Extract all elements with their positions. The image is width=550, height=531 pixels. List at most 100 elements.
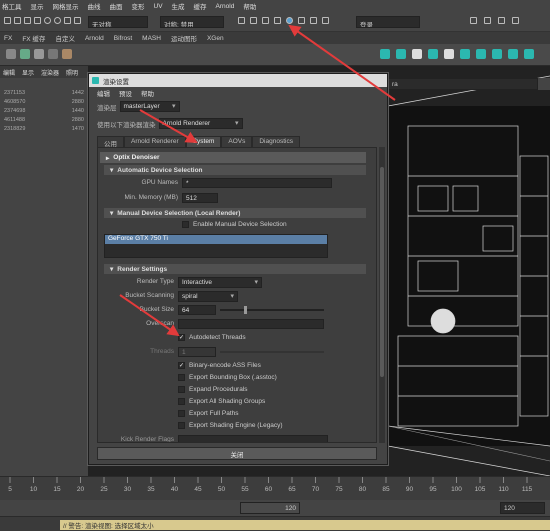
menu-item[interactable]: 显示 (31, 1, 44, 11)
checkbox-box[interactable]: ✓ (178, 334, 185, 341)
shelf-tool-icon[interactable] (34, 49, 44, 59)
tab-arnold-renderer[interactable]: Arnold Renderer (124, 136, 186, 147)
threads-input[interactable]: 1 (178, 347, 216, 357)
shelf-tool-icon[interactable] (62, 49, 72, 59)
enable-manual-checkbox[interactable]: Enable Manual Device Selection (182, 221, 287, 228)
checkbox-box[interactable] (182, 221, 189, 228)
menu-item[interactable]: 缓存 (194, 1, 207, 11)
snap-point-icon[interactable] (74, 17, 81, 24)
shelf-tab[interactable]: MASH (142, 35, 161, 42)
bucket-size-slider[interactable] (220, 306, 324, 314)
slider-handle[interactable] (244, 306, 247, 314)
shelf-tool-icon[interactable] (460, 49, 470, 59)
checkbox-box[interactable] (178, 374, 185, 381)
light-editor-icon[interactable] (322, 17, 329, 24)
shelf-tab[interactable]: XGen (207, 35, 224, 42)
shelf-tool-icon[interactable] (508, 49, 518, 59)
gpu-list-item[interactable]: GeForce GTX 750 Ti (105, 235, 327, 244)
option-checkbox[interactable]: Expand Procedurals (178, 386, 248, 393)
menu-item[interactable]: 曲面 (110, 1, 123, 11)
snap-mode-dropdown[interactable]: 对称: 禁用 (160, 16, 224, 28)
render-frame-icon[interactable] (238, 17, 245, 24)
list-item[interactable]: 2318829 1470 (0, 126, 88, 135)
outliner-menu-item[interactable]: 照明 (66, 68, 78, 77)
tab-diagnostics[interactable]: Diagnostics (252, 136, 300, 147)
time-slider[interactable]: 5 10 15 20 25 30 35 40 45 50 55 60 65 70 75 80 85 90 95 100… (0, 476, 550, 500)
rotate-icon[interactable] (34, 17, 41, 24)
checkbox-box[interactable]: ✓ (178, 362, 185, 369)
gpu-list[interactable]: GeForce GTX 750 Ti (104, 234, 328, 258)
range-end-field[interactable]: 120 (240, 502, 300, 514)
paint-select-icon[interactable] (14, 17, 21, 24)
dialog-scrollbar[interactable] (379, 147, 385, 443)
checkbox-box[interactable] (178, 410, 185, 417)
menu-item[interactable]: 格工具 (2, 1, 22, 11)
threads-slider[interactable] (220, 351, 324, 353)
shelf-tool-icon[interactable] (476, 49, 486, 59)
menu-item[interactable]: Arnold (216, 3, 235, 10)
channel-box-icon[interactable] (512, 17, 519, 24)
scrollbar-thumb[interactable] (380, 167, 384, 377)
dialog-menu-item[interactable]: 帮助 (141, 88, 154, 98)
shelf-tab[interactable]: FX (4, 35, 12, 42)
shelf-tool-icon[interactable] (20, 49, 30, 59)
tab-common[interactable]: 公用 (97, 136, 124, 148)
option-checkbox[interactable]: Export All Shading Groups (178, 398, 265, 405)
move-icon[interactable] (24, 17, 31, 24)
close-button[interactable]: 关闭 (97, 447, 377, 460)
render-settings-section[interactable]: ▾ Render Settings (104, 264, 366, 274)
checkbox-box[interactable] (178, 398, 185, 405)
checkbox-box[interactable] (178, 386, 185, 393)
overscan-input[interactable] (178, 319, 324, 329)
shelf-tool-icon[interactable] (524, 49, 534, 59)
modeling-toolkit-icon[interactable] (470, 17, 477, 24)
attribute-editor-icon[interactable] (484, 17, 491, 24)
shelf-tool-icon[interactable] (428, 49, 438, 59)
shelf-tool-icon[interactable] (380, 49, 390, 59)
login-dropdown[interactable]: 登录 (356, 16, 420, 28)
dialog-menu-item[interactable]: 编辑 (97, 88, 110, 98)
hypershade-icon[interactable] (286, 17, 293, 24)
menu-item[interactable]: 帮助 (243, 1, 256, 11)
shelf-tab[interactable]: Arnold (85, 35, 104, 42)
lasso-icon[interactable] (4, 17, 11, 24)
tab-aovs[interactable]: AOVs (221, 136, 253, 147)
menu-item[interactable]: 生成 (172, 1, 185, 11)
shelf-tab[interactable]: Bifrost (114, 35, 132, 42)
manual-device-section[interactable]: ▾ Manual Device Selection (Local Render) (104, 208, 366, 218)
shelf-tab[interactable]: 自定义 (55, 33, 75, 43)
render-type-dropdown[interactable]: Interactive (178, 277, 262, 288)
tab-system[interactable]: System (185, 136, 222, 147)
list-item[interactable]: 4608570 2880 (0, 99, 88, 108)
render-settings-icon[interactable] (274, 17, 281, 24)
optix-denoiser-section[interactable]: ▸ Optix Denoiser (100, 152, 366, 163)
option-checkbox[interactable]: Export Bounding Box (.asstoc) (178, 374, 277, 381)
shelf-tool-icon[interactable] (396, 49, 406, 59)
gpu-names-input[interactable]: * (182, 178, 332, 188)
option-checkbox[interactable]: ✓ Binary-encode ASS Files (178, 362, 261, 369)
shelf-tool-icon[interactable] (412, 49, 422, 59)
renderer-dropdown[interactable]: Arnold Renderer (158, 118, 243, 129)
scale-icon[interactable] (44, 17, 51, 24)
tool-settings-icon[interactable] (498, 17, 505, 24)
dialog-titlebar[interactable]: 渲染设置 (89, 74, 387, 87)
ipr-render-icon[interactable] (262, 17, 269, 24)
shelf-tab[interactable]: FX 缓存 (22, 33, 45, 43)
snap-curve-icon[interactable] (64, 17, 71, 24)
camera-dropdown[interactable]: ra (388, 78, 538, 90)
render-layer-dropdown[interactable]: masterLayer (119, 101, 180, 112)
list-item[interactable]: 2374698 1440 (0, 108, 88, 117)
outliner-menu-item[interactable]: 显示 (22, 68, 34, 77)
render-view-icon[interactable] (298, 17, 305, 24)
menu-item[interactable]: 曲线 (88, 1, 101, 11)
shelf-tool-icon[interactable] (492, 49, 502, 59)
shelf-tool-icon[interactable] (444, 49, 454, 59)
bucket-scanning-dropdown[interactable]: spiral (178, 291, 238, 302)
autodetect-threads-checkbox[interactable]: ✓ Autodetect Threads (178, 334, 246, 341)
symmetry-dropdown[interactable]: 无对称 (88, 16, 148, 28)
outliner-menu-item[interactable]: 编辑 (3, 68, 15, 77)
arnold-render-icon[interactable] (310, 17, 317, 24)
list-item[interactable]: 4611488 2880 (0, 117, 88, 126)
min-memory-input[interactable]: 512 (182, 193, 218, 203)
auto-device-section[interactable]: ▾ Automatic Device Selection (104, 165, 366, 175)
